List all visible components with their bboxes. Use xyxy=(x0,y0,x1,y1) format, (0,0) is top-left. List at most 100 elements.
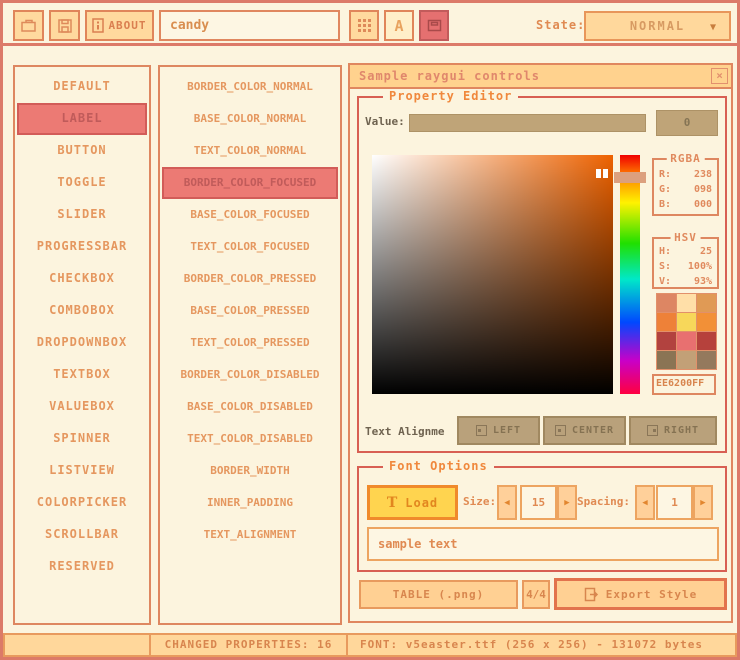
save-file-button[interactable] xyxy=(49,10,80,41)
rgba-row-b: B: 000 xyxy=(659,197,712,212)
palette-swatch[interactable] xyxy=(697,294,716,312)
list-item-progressbar[interactable]: PROGRESSBAR xyxy=(15,231,149,263)
rgba-label: RGBA xyxy=(666,152,705,165)
size-increment-button[interactable]: ▶ xyxy=(557,485,577,520)
palette-swatch[interactable] xyxy=(657,313,676,331)
chevron-right-icon: ▶ xyxy=(700,498,705,508)
list-item-border_width[interactable]: BORDER_WIDTH xyxy=(160,455,340,487)
sample-window-titlebar[interactable]: Sample raygui controls xyxy=(350,65,731,89)
chevron-down-icon: ▼ xyxy=(710,22,718,33)
list-item-border_color_disabled[interactable]: BORDER_COLOR_DISABLED xyxy=(160,359,340,391)
open-file-button[interactable] xyxy=(13,10,44,41)
value-box[interactable]: 0 xyxy=(656,110,718,136)
palette-swatch[interactable] xyxy=(657,351,676,369)
export-style-label: Export Style xyxy=(606,588,697,601)
color-palette xyxy=(656,293,717,370)
state-dropdown-value: NORMAL xyxy=(630,19,685,33)
window-view-button[interactable] xyxy=(419,10,449,41)
spacing-value-box[interactable]: 1 xyxy=(656,485,693,520)
palette-swatch[interactable] xyxy=(677,351,696,369)
sample-text-input[interactable]: sample text xyxy=(367,527,719,561)
info-icon xyxy=(92,18,104,33)
list-item-text_alignment[interactable]: TEXT_ALIGNMENT xyxy=(160,519,340,551)
list-item-scrollbar[interactable]: SCROLLBAR xyxy=(15,519,149,551)
list-item-slider[interactable]: SLIDER xyxy=(15,199,149,231)
text-t-icon: T xyxy=(387,495,398,511)
align-right-button[interactable]: RIGHT xyxy=(629,416,717,445)
list-item-label[interactable]: LABEL xyxy=(17,103,147,135)
hsv-row-v: V: 93% xyxy=(659,274,712,289)
list-item-inner_padding[interactable]: INNER_PADDING xyxy=(160,487,340,519)
list-item-valuebox[interactable]: VALUEBOX xyxy=(15,391,149,423)
state-dropdown[interactable]: NORMAL ▼ xyxy=(584,11,731,41)
spacing-decrement-button[interactable]: ◀ xyxy=(635,485,655,520)
list-item-text_color_pressed[interactable]: TEXT_COLOR_PRESSED xyxy=(160,327,340,359)
list-item-button[interactable]: BUTTON xyxy=(15,135,149,167)
s-label: S: xyxy=(659,259,671,274)
color-picker-cursor[interactable] xyxy=(596,169,601,178)
list-item-default[interactable]: DEFAULT xyxy=(15,71,149,103)
palette-swatch[interactable] xyxy=(697,332,716,350)
rgba-row-r: R: 238 xyxy=(659,167,712,182)
palette-swatch[interactable] xyxy=(697,313,716,331)
palette-swatch[interactable] xyxy=(657,332,676,350)
spacing-increment-button[interactable]: ▶ xyxy=(693,485,713,520)
list-item-listview[interactable]: LISTVIEW xyxy=(15,455,149,487)
palette-swatch[interactable] xyxy=(677,294,696,312)
chevron-left-icon: ◀ xyxy=(642,498,647,508)
align-left-button[interactable]: LEFT xyxy=(457,416,540,445)
hex-color-input[interactable]: EE6200FF xyxy=(652,374,716,395)
sample-controls-window: Sample raygui controls × Property Editor… xyxy=(348,63,733,623)
controls-list: DEFAULTLABELBUTTONTOGGLESLIDERPROGRESSBA… xyxy=(13,65,151,625)
list-item-spinner[interactable]: SPINNER xyxy=(15,423,149,455)
palette-swatch[interactable] xyxy=(677,313,696,331)
align-center-button[interactable]: CENTER xyxy=(543,416,626,445)
status-cell-empty xyxy=(5,635,151,655)
size-value-box[interactable]: 15 xyxy=(520,485,557,520)
list-item-base_color_disabled[interactable]: BASE_COLOR_DISABLED xyxy=(160,391,340,423)
g-label: G: xyxy=(659,182,671,197)
floppy-disk-icon xyxy=(57,18,73,34)
list-item-toggle[interactable]: TOGGLE xyxy=(15,167,149,199)
list-item-border_color_focused[interactable]: BORDER_COLOR_FOCUSED xyxy=(162,167,338,199)
style-name-input[interactable] xyxy=(159,10,340,41)
color-picker-sv[interactable] xyxy=(372,155,613,394)
export-style-button[interactable]: Export Style xyxy=(554,578,727,610)
list-item-base_color_focused[interactable]: BASE_COLOR_FOCUSED xyxy=(160,199,340,231)
grid-view-button[interactable] xyxy=(349,10,379,41)
hue-bar[interactable] xyxy=(620,155,640,394)
list-item-border_color_pressed[interactable]: BORDER_COLOR_PRESSED xyxy=(160,263,340,295)
close-icon[interactable]: × xyxy=(711,68,728,84)
rgba-row-g: G: 098 xyxy=(659,182,712,197)
list-item-reserved[interactable]: RESERVED xyxy=(15,551,149,583)
list-item-dropdownbox[interactable]: DROPDOWNBOX xyxy=(15,327,149,359)
r-label: R: xyxy=(659,167,671,182)
palette-swatch[interactable] xyxy=(677,332,696,350)
about-button[interactable]: ABOUT xyxy=(85,10,154,41)
list-item-colorpicker[interactable]: COLORPICKER xyxy=(15,487,149,519)
h-label: H: xyxy=(659,244,671,259)
list-item-base_color_normal[interactable]: BASE_COLOR_NORMAL xyxy=(160,103,340,135)
hsv-group: HSV H: 25 S: 100% V: 93% xyxy=(652,237,719,289)
list-item-text_color_normal[interactable]: TEXT_COLOR_NORMAL xyxy=(160,135,340,167)
list-item-textbox[interactable]: TEXTBOX xyxy=(15,359,149,391)
font-view-button[interactable]: A xyxy=(384,10,414,41)
spacing-label: Spacing: xyxy=(577,495,630,508)
table-export-format-button[interactable]: TABLE (.png) xyxy=(359,580,518,609)
list-item-text_color_focused[interactable]: TEXT_COLOR_FOCUSED xyxy=(160,231,340,263)
list-item-base_color_pressed[interactable]: BASE_COLOR_PRESSED xyxy=(160,295,340,327)
status-bar: CHANGED PROPERTIES: 16 FONT: v5easter.tt… xyxy=(3,633,737,657)
list-item-combobox[interactable]: COMBOBOX xyxy=(15,295,149,327)
list-item-border_color_normal[interactable]: BORDER_COLOR_NORMAL xyxy=(160,71,340,103)
hue-slider-handle[interactable] xyxy=(614,172,646,183)
list-item-text_color_disabled[interactable]: TEXT_COLOR_DISABLED xyxy=(160,423,340,455)
load-font-button[interactable]: T Load xyxy=(367,485,458,520)
palette-swatch[interactable] xyxy=(697,351,716,369)
chevron-right-icon: ▶ xyxy=(564,498,569,508)
size-decrement-button[interactable]: ◀ xyxy=(497,485,517,520)
h-value: 25 xyxy=(700,244,712,259)
list-item-checkbox[interactable]: CHECKBOX xyxy=(15,263,149,295)
value-slider[interactable] xyxy=(409,114,646,132)
palette-swatch[interactable] xyxy=(657,294,676,312)
export-counter: 4/4 xyxy=(522,580,550,609)
